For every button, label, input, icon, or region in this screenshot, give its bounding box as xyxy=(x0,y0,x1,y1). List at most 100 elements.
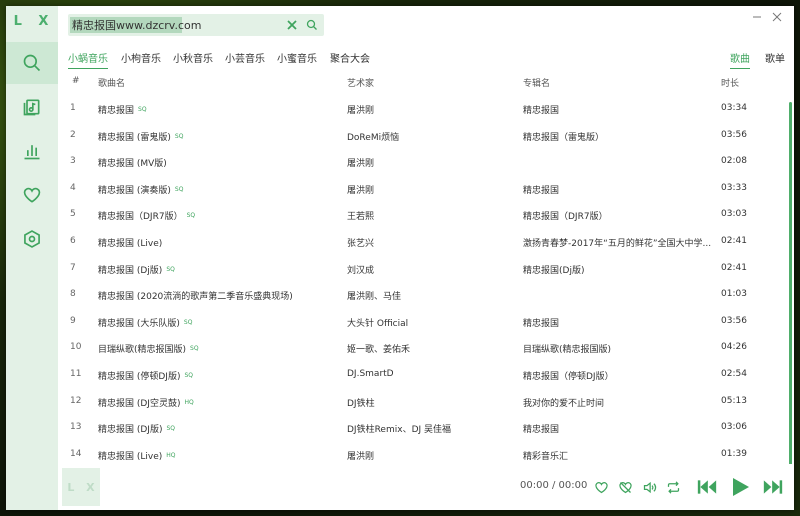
table-row[interactable]: 13 精忠报国 (DJ版) SQ DJ铁柱Remix、DJ 吴佳福 精忠报国 03… xyxy=(58,413,790,440)
search-input[interactable] xyxy=(68,14,278,36)
row-artist: 屠洪刚 xyxy=(347,451,375,462)
repeat-icon xyxy=(667,480,679,494)
play-mode-button[interactable] xyxy=(662,476,684,498)
table-row[interactable]: 10 目瑞纵歌(精忠报国版) SQ 姬一歌、姜佑禾 目瑞纵歌(精忠报国版) 04:… xyxy=(58,333,790,360)
table-row[interactable]: 11 精忠报国 (停顿DJ版) SQ DJ.SmartD 精忠报国（停顿DJ版） … xyxy=(58,360,790,387)
tab-source-0[interactable]: 小蜗音乐 xyxy=(68,50,108,69)
heart-broken-icon xyxy=(618,481,632,493)
song-title: 精忠报国 (Live) xyxy=(98,239,163,249)
row-artist: 屠洪刚 xyxy=(347,185,375,196)
volume-button[interactable] xyxy=(638,476,660,498)
close-icon xyxy=(772,12,782,22)
play-icon xyxy=(733,478,749,496)
row-song-name: 精忠报国 (2020流淌的歌声第二季音乐盛典现场) xyxy=(98,289,338,302)
search-icon xyxy=(23,54,41,72)
row-album: 精彩音乐汇 xyxy=(523,451,569,462)
search-button[interactable] xyxy=(304,17,320,33)
row-duration: 01:03 xyxy=(721,289,747,300)
row-duration: 03:56 xyxy=(721,129,747,140)
row-album: 精忠报国 xyxy=(523,425,560,436)
row-artist: DJ.SmartD xyxy=(347,369,394,379)
row-song-name: 精忠报国 (DJ空灵鼓) HQ xyxy=(98,396,338,409)
row-artist: 刘汉成 xyxy=(347,265,375,276)
tab-source-3[interactable]: 小芸音乐 xyxy=(225,50,265,68)
previous-icon xyxy=(697,480,717,494)
table-row[interactable]: 4 精忠报国 (演奏版) SQ 屠洪刚 精忠报国 03:33 xyxy=(58,174,790,201)
row-song-name: 精忠报国 SQ xyxy=(98,103,338,116)
table-row[interactable]: 12 精忠报国 (DJ空灵鼓) HQ DJ铁柱 我对你的爱不止时间 05:13 xyxy=(58,387,790,414)
row-album: 我对你的爱不止时间 xyxy=(523,398,605,409)
row-song-name: 精忠报国 (MV版) xyxy=(98,156,338,169)
quality-badge: SQ xyxy=(138,106,147,113)
minimize-button[interactable] xyxy=(750,10,764,24)
tab-type-songs[interactable]: 歌曲 xyxy=(730,50,750,69)
table-row[interactable]: 5 精忠报国（DJR7版） SQ 王若熙 精忠报国（DJR7版） 03:03 xyxy=(58,200,790,227)
minimize-icon xyxy=(753,16,761,18)
row-artist: 屠洪刚、马佳 xyxy=(347,292,402,303)
row-album: 目瑞纵歌(精忠报国版) xyxy=(523,345,612,356)
row-artist: DJ铁柱 xyxy=(347,398,375,409)
quality-badge: SQ xyxy=(184,372,193,379)
quality-badge: SQ xyxy=(174,185,184,193)
song-title: 精忠报国 (MV版) xyxy=(98,159,167,170)
music-list-icon xyxy=(23,99,40,116)
row-artist: 姬一歌、姜佑禾 xyxy=(347,345,411,356)
song-title: 精忠报国（DJR7版） xyxy=(98,212,183,223)
table-header: # 歌曲名 艺术家 专辑名 时长 xyxy=(58,70,794,94)
tab-type-playlists[interactable]: 歌单 xyxy=(765,50,785,68)
tab-source-2[interactable]: 小秋音乐 xyxy=(173,50,213,68)
row-duration: 02:08 xyxy=(721,156,747,167)
row-song-name: 目瑞纵歌(精忠报国版) SQ xyxy=(98,342,338,355)
row-num: 7 xyxy=(70,262,76,273)
row-album: 精忠报国 xyxy=(523,106,560,116)
table-row[interactable]: 1 精忠报国 SQ 屠洪刚 精忠报国 03:34 xyxy=(58,94,790,121)
close-button[interactable] xyxy=(770,10,784,24)
sidebar-item-settings[interactable] xyxy=(6,218,58,260)
table-row[interactable]: 2 精忠报国 (雷鬼版) SQ DoReMi烦恼 精忠报国（雷鬼版） 03:56 xyxy=(58,121,790,148)
row-song-name: 精忠报国（DJR7版） SQ xyxy=(98,209,338,222)
row-num: 1 xyxy=(70,103,76,113)
song-title: 目瑞纵歌(精忠报国版) xyxy=(98,345,187,356)
row-artist: 大头针 Official xyxy=(347,318,409,329)
song-title: 精忠报国 (停顿DJ版) xyxy=(98,372,181,382)
header-num: # xyxy=(72,76,80,86)
row-album: 精忠报国 xyxy=(523,318,560,329)
row-duration: 03:03 xyxy=(721,209,747,220)
app-logo: L X xyxy=(13,14,55,29)
table-row[interactable]: 7 精忠报国 (Dj版) SQ 刘汉成 精忠报国(Dj版) 02:41 xyxy=(58,254,790,281)
quality-badge: SQ xyxy=(166,265,175,273)
sidebar-item-leaderboard[interactable] xyxy=(6,130,58,172)
app-window: L X 小蜗音乐 小枸音乐 小秋音乐 xyxy=(6,6,794,510)
favorite-button[interactable] xyxy=(590,476,612,498)
quality-badge: SQ xyxy=(174,132,184,140)
quality-badge: SQ xyxy=(186,212,196,220)
play-button[interactable] xyxy=(729,476,751,498)
tab-source-1[interactable]: 小枸音乐 xyxy=(121,50,161,68)
next-button[interactable] xyxy=(762,476,784,498)
sidebar-item-song-list[interactable] xyxy=(6,86,58,128)
song-title: 精忠报国 (2020流淌的歌声第二季音乐盛典现场) xyxy=(98,292,293,303)
row-album: 精忠报国（雷鬼版） xyxy=(523,132,605,143)
tab-source-5[interactable]: 聚合大会 xyxy=(330,50,370,68)
sidebar-item-search[interactable] xyxy=(6,42,58,84)
row-song-name: 精忠报国 (Dj版) SQ xyxy=(98,263,338,276)
row-duration: 03:06 xyxy=(721,422,747,433)
row-num: 11 xyxy=(70,369,82,379)
player-bar: L X 00:00 / 00:00 xyxy=(58,464,794,510)
dislike-button[interactable] xyxy=(614,476,636,498)
tab-source-4[interactable]: 小蜜音乐 xyxy=(277,50,317,68)
clear-search-button[interactable] xyxy=(284,17,300,33)
table-row[interactable]: 3 精忠报国 (MV版) 屠洪刚 02:08 xyxy=(58,147,790,174)
album-cover[interactable]: L X xyxy=(62,468,100,506)
row-album: 精忠报国（DJR7版） xyxy=(523,212,608,223)
table-row[interactable]: 9 精忠报国 (大乐队版) SQ 大头针 Official 精忠报国 03:56 xyxy=(58,307,790,334)
table-row[interactable]: 6 精忠报国 (Live) 张艺兴 激扬青春梦-2017年“五月的鲜花”全国大中… xyxy=(58,227,790,254)
previous-button[interactable] xyxy=(696,476,718,498)
sidebar-item-favorites[interactable] xyxy=(6,174,58,216)
row-song-name: 精忠报国 (Live) HQ xyxy=(98,449,338,462)
scrollbar[interactable] xyxy=(789,102,792,482)
table-row[interactable]: 14 精忠报国 (Live) HQ 屠洪刚 精彩音乐汇 01:39 xyxy=(58,440,790,464)
row-num: 8 xyxy=(70,289,76,300)
table-row[interactable]: 8 精忠报国 (2020流淌的歌声第二季音乐盛典现场) 屠洪刚、马佳 01:03 xyxy=(58,280,790,307)
row-artist: 屠洪刚 xyxy=(347,159,375,170)
